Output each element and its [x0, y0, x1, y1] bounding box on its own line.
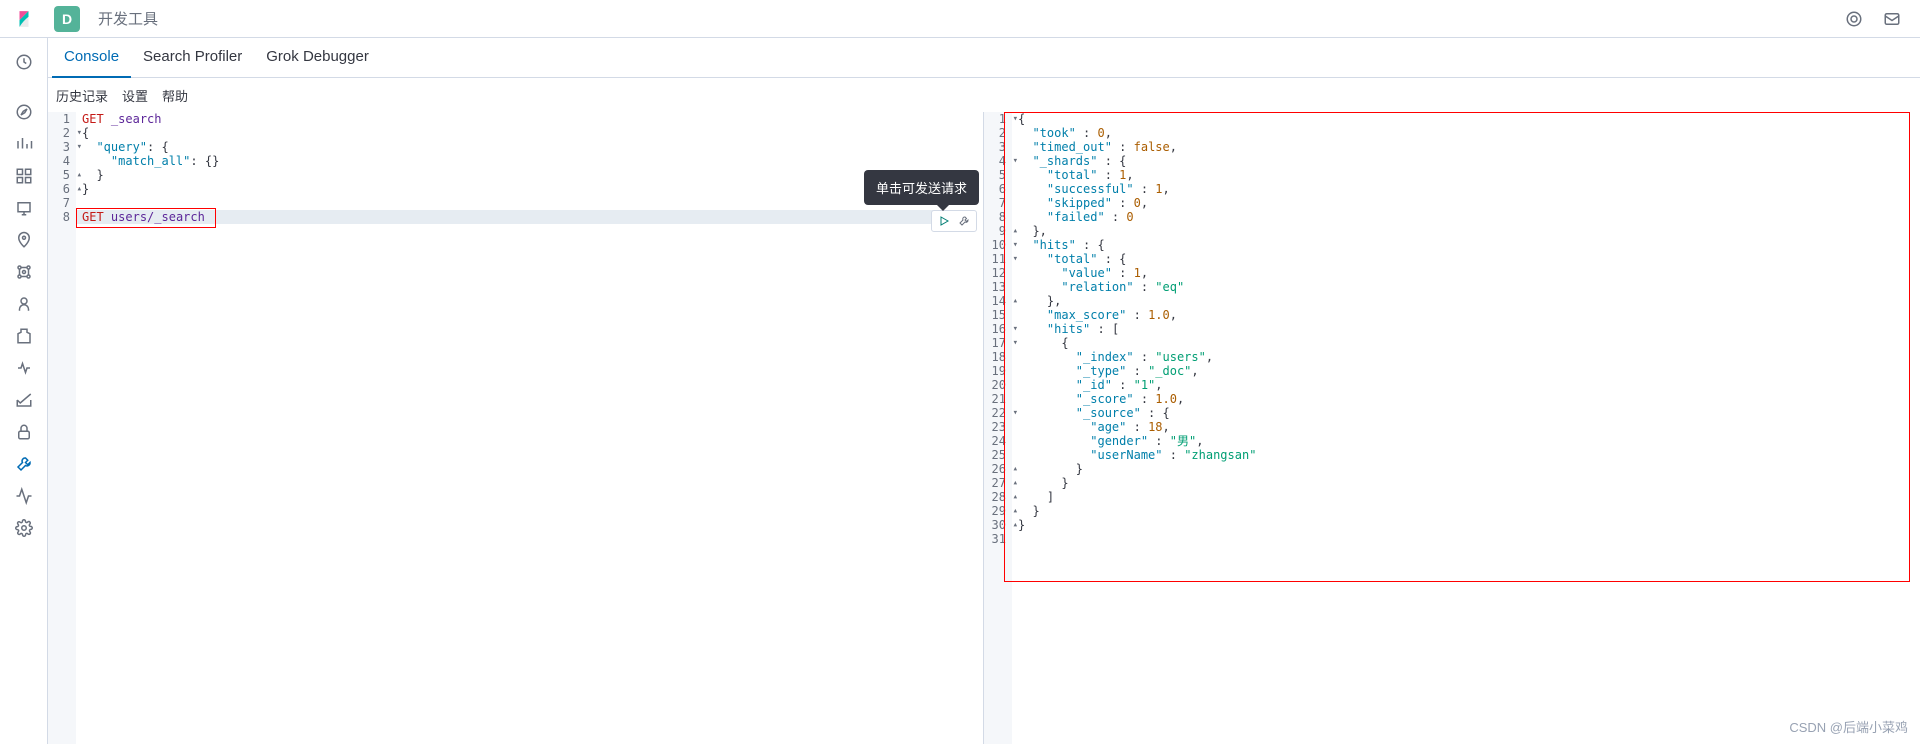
nav-logs-icon[interactable]	[14, 326, 34, 346]
nav-apm-icon[interactable]	[14, 358, 34, 378]
watermark: CSDN @后端小菜鸡	[1789, 717, 1908, 736]
request-editor[interactable]: 12▾3▾45▴6▴78 GET _search{ "query": { "ma…	[48, 112, 984, 744]
nav-ml-icon[interactable]	[14, 262, 34, 282]
help-link[interactable]: 帮助	[162, 86, 188, 105]
history-link[interactable]: 历史记录	[56, 86, 108, 105]
annotation-highlight	[1004, 112, 1910, 582]
nav-metrics-icon[interactable]	[14, 294, 34, 314]
nav-management-icon[interactable]	[14, 518, 34, 538]
nav-dashboard-icon[interactable]	[14, 166, 34, 186]
tab-console[interactable]: Console	[52, 38, 131, 78]
kibana-logo[interactable]	[0, 0, 48, 38]
space-badge[interactable]: D	[54, 6, 80, 32]
nav-devtools-icon[interactable]	[14, 454, 34, 474]
nav-uptime-icon[interactable]	[14, 390, 34, 410]
response-viewer[interactable]: 1▾234▾56789▴10▾11▾121314▴1516▾17▾1819202…	[984, 112, 1920, 744]
run-request-buttons	[931, 210, 977, 232]
help-icon[interactable]	[1844, 9, 1864, 29]
nav-visualize-icon[interactable]	[14, 134, 34, 154]
newsfeed-icon[interactable]	[1882, 9, 1902, 29]
send-request-icon[interactable]	[936, 213, 952, 229]
nav-canvas-icon[interactable]	[14, 198, 34, 218]
console-subbar: 历史记录 设置 帮助	[48, 78, 1920, 112]
tab-grok-debugger[interactable]: Grok Debugger	[254, 38, 381, 78]
sidebar	[0, 38, 48, 744]
settings-link[interactable]: 设置	[122, 86, 148, 105]
main: Console Search Profiler Grok Debugger 历史…	[48, 38, 1920, 744]
nav-maps-icon[interactable]	[14, 230, 34, 250]
breadcrumb: 开发工具	[98, 8, 158, 29]
tabs: Console Search Profiler Grok Debugger	[48, 38, 1920, 78]
request-options-icon[interactable]	[956, 213, 972, 229]
nav-discover-icon[interactable]	[14, 102, 34, 122]
annotation-highlight	[76, 208, 216, 228]
send-request-tooltip: 单击可发送请求	[864, 170, 979, 205]
tab-search-profiler[interactable]: Search Profiler	[131, 38, 254, 78]
nav-monitoring-icon[interactable]	[14, 486, 34, 506]
nav-recent-icon[interactable]	[14, 52, 34, 72]
topbar: D 开发工具	[0, 0, 1920, 38]
nav-siem-icon[interactable]	[14, 422, 34, 442]
